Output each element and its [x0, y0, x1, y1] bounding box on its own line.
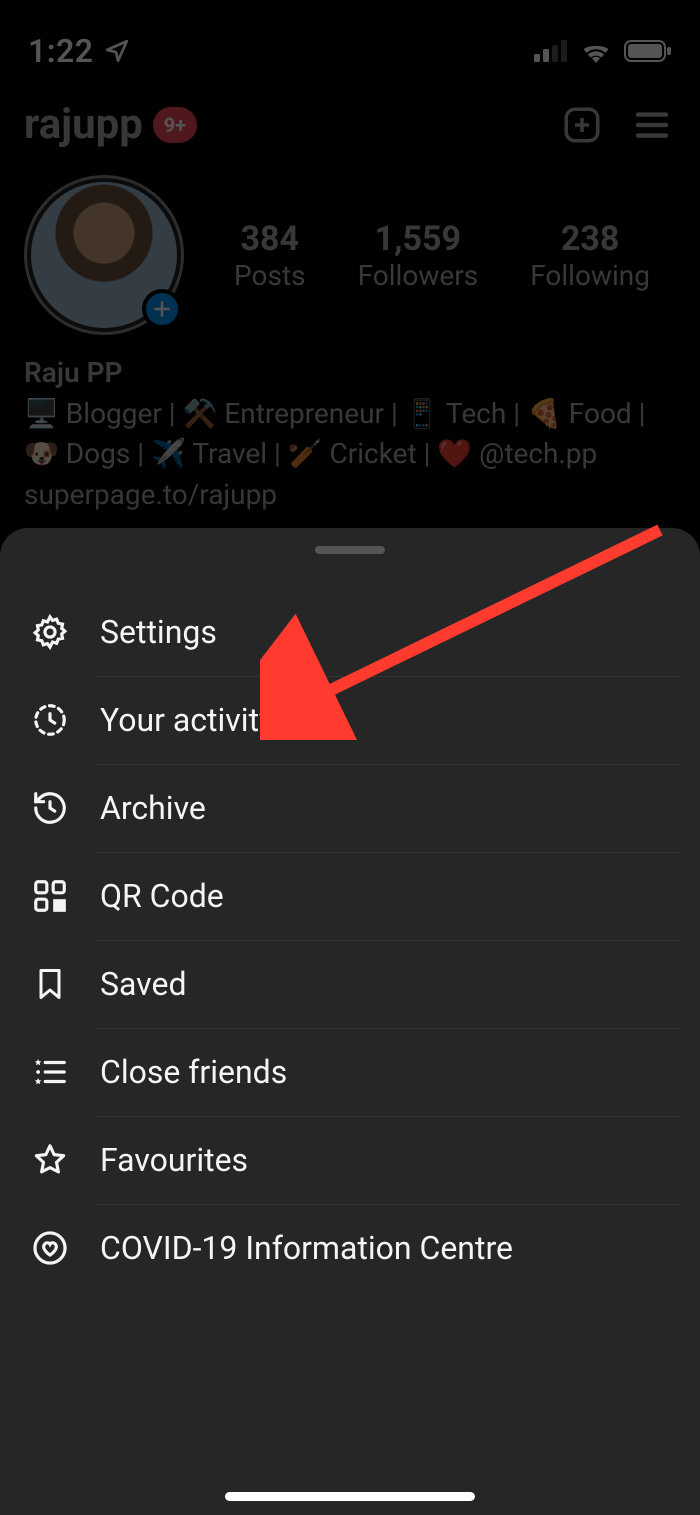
- stat-following[interactable]: 238 Following: [530, 219, 650, 292]
- stat-posts-count: 384: [234, 219, 306, 259]
- profile-info-row: 384 Posts 1,559 Followers 238 Following: [0, 157, 700, 345]
- menu-label: COVID-19 Information Centre: [100, 1229, 513, 1267]
- menu-label: Your activity: [100, 701, 274, 739]
- menu-label: Archive: [100, 789, 206, 827]
- status-time: 1:22: [28, 32, 94, 70]
- menu-label: Close friends: [100, 1053, 287, 1091]
- menu-list: Settings Your activity Archive QR Code: [0, 588, 700, 1292]
- menu-label: Settings: [100, 613, 217, 651]
- stat-following-count: 238: [530, 219, 650, 259]
- profile-bio: Raju PP 🖥️ Blogger | ⚒️ Entrepreneur | 📱…: [0, 345, 700, 523]
- qr-code-icon: [30, 876, 70, 916]
- profile-stats: 384 Posts 1,559 Followers 238 Following: [208, 219, 676, 292]
- archive-clock-icon: [30, 788, 70, 828]
- activity-clock-icon: [30, 700, 70, 740]
- stat-followers[interactable]: 1,559 Followers: [358, 219, 479, 292]
- menu-item-covid-info[interactable]: COVID-19 Information Centre: [0, 1204, 700, 1292]
- menu-item-settings[interactable]: Settings: [0, 588, 700, 676]
- menu-item-close-friends[interactable]: Close friends: [0, 1028, 700, 1116]
- stat-following-label: Following: [530, 259, 650, 292]
- stat-posts-label: Posts: [234, 259, 306, 292]
- profile-header: rajupp 9+: [0, 88, 700, 157]
- create-button[interactable]: [558, 101, 606, 149]
- menu-item-saved[interactable]: Saved: [0, 940, 700, 1028]
- menu-label: Saved: [100, 965, 186, 1003]
- gear-icon: [30, 612, 70, 652]
- close-friends-icon: [30, 1052, 70, 1092]
- wifi-icon: [580, 39, 612, 63]
- status-right: [534, 39, 672, 63]
- stat-followers-count: 1,559: [358, 219, 479, 259]
- status-left: 1:22: [28, 32, 130, 70]
- hamburger-menu-icon[interactable]: [628, 101, 676, 149]
- sheet-grabber[interactable]: [315, 546, 385, 554]
- stat-followers-label: Followers: [358, 259, 479, 292]
- add-story-button[interactable]: [142, 289, 182, 329]
- home-indicator[interactable]: [225, 1492, 475, 1501]
- background-profile: 1:22 rajupp 9+: [0, 0, 700, 523]
- star-icon: [30, 1140, 70, 1180]
- bio-name: Raju PP: [24, 353, 676, 394]
- bio-link[interactable]: superpage.to/rajupp: [24, 475, 676, 516]
- stat-posts[interactable]: 384 Posts: [234, 219, 306, 292]
- menu-item-favourites[interactable]: Favourites: [0, 1116, 700, 1204]
- notification-badge[interactable]: 9+: [153, 107, 197, 143]
- menu-item-archive[interactable]: Archive: [0, 764, 700, 852]
- menu-bottom-sheet: Settings Your activity Archive QR Code: [0, 528, 700, 1515]
- screen: 1:22 rajupp 9+: [0, 0, 700, 1515]
- profile-username[interactable]: rajupp: [24, 100, 143, 149]
- menu-item-qr-code[interactable]: QR Code: [0, 852, 700, 940]
- menu-label: QR Code: [100, 877, 224, 915]
- menu-item-your-activity[interactable]: Your activity: [0, 676, 700, 764]
- menu-label: Favourites: [100, 1141, 248, 1179]
- battery-icon: [624, 39, 672, 63]
- status-bar: 1:22: [0, 0, 700, 88]
- avatar[interactable]: [24, 175, 184, 335]
- cellular-icon: [534, 40, 568, 62]
- bio-text: 🖥️ Blogger | ⚒️ Entrepreneur | 📱 Tech | …: [24, 394, 676, 475]
- heart-circle-icon: [30, 1228, 70, 1268]
- location-icon: [104, 38, 130, 64]
- bookmark-icon: [30, 964, 70, 1004]
